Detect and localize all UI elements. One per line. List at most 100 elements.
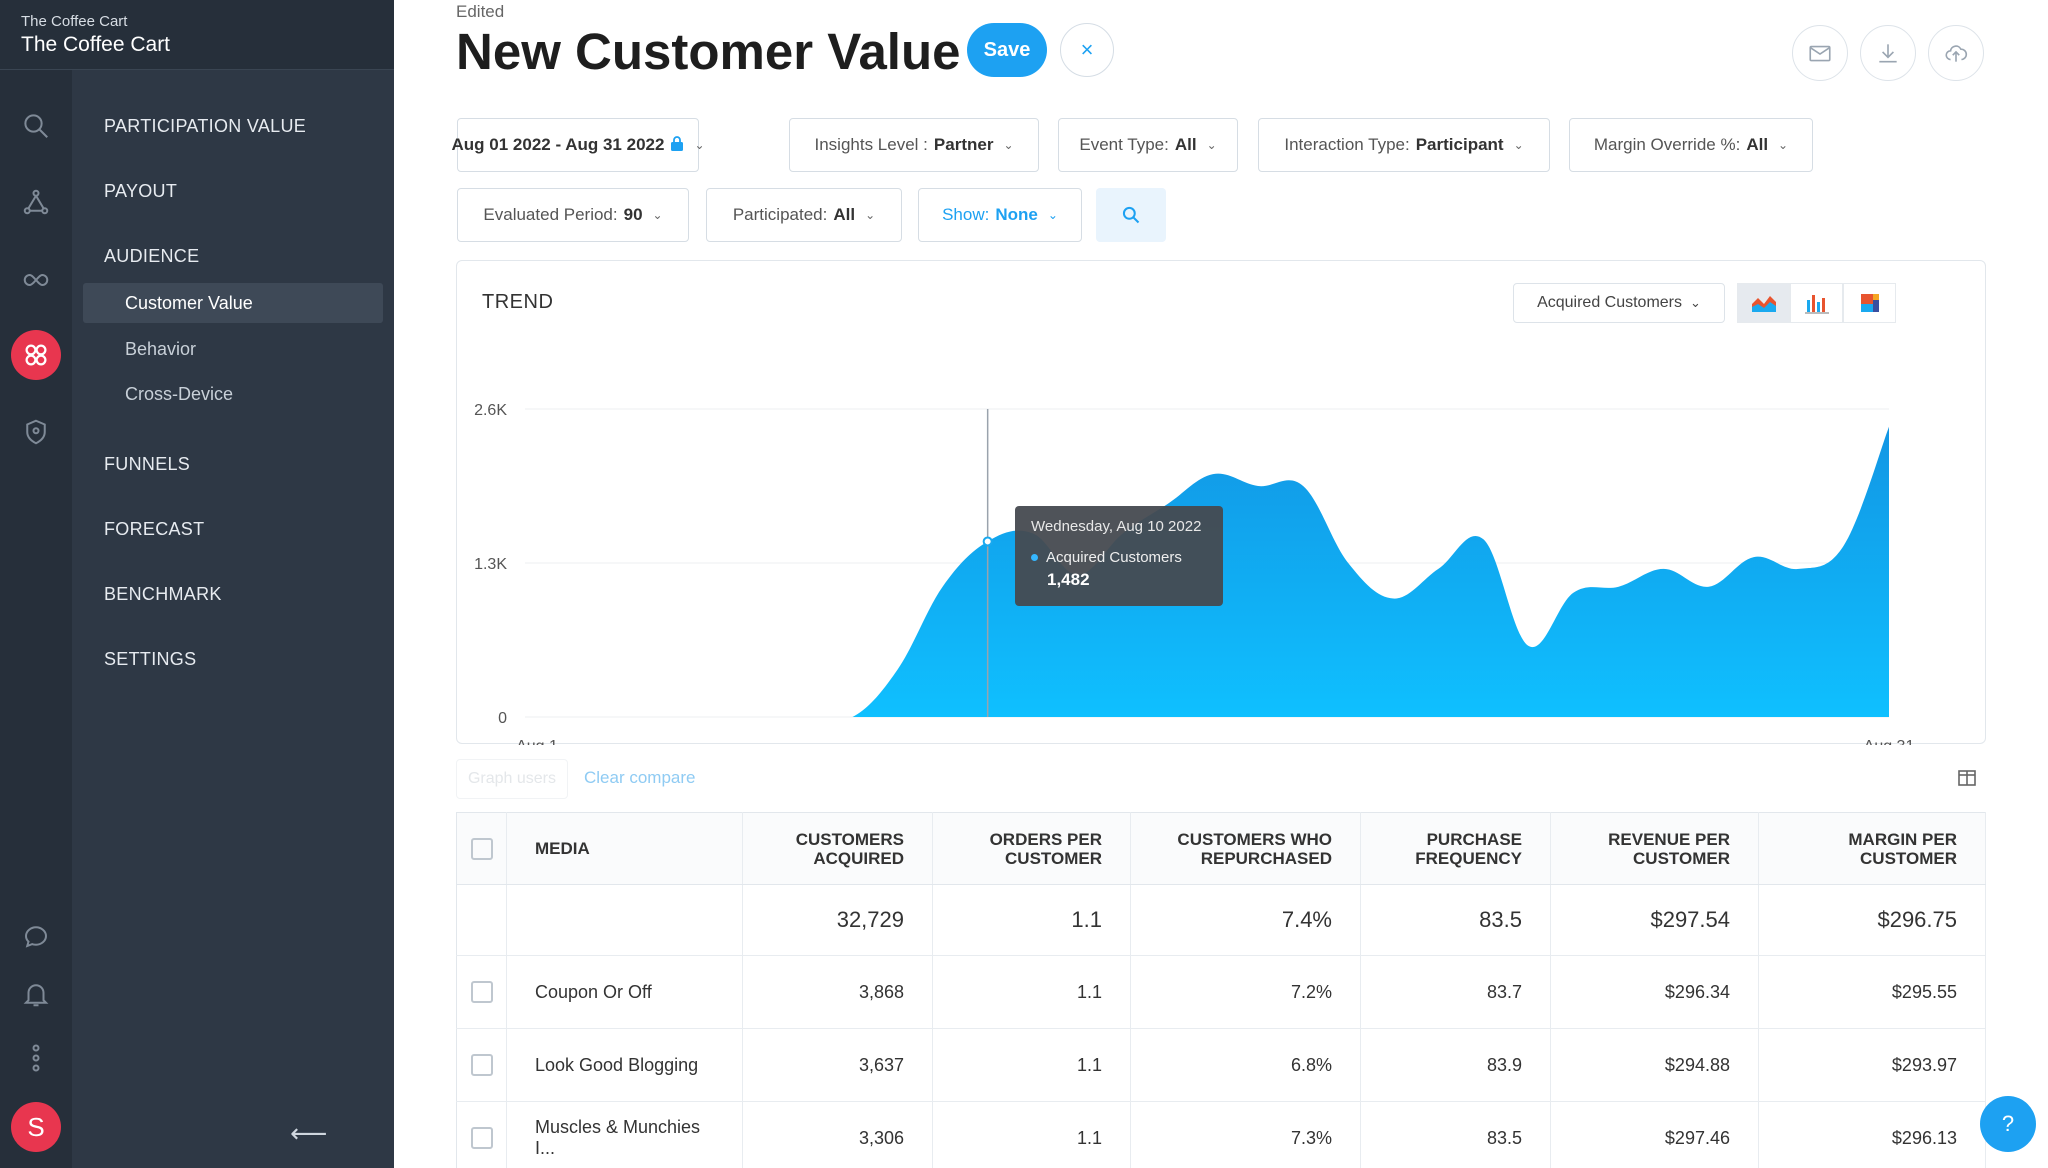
metric-select-value: Acquired Customers <box>1537 294 1683 311</box>
lock-icon <box>670 135 684 156</box>
email-icon[interactable] <box>1792 25 1848 81</box>
infinity-icon[interactable] <box>14 258 58 302</box>
evaluated-period-label: Evaluated Period: <box>483 205 618 224</box>
table-row[interactable]: Muscles & Munchies I... 3,306 1.1 7.3% 8… <box>456 1101 1986 1168</box>
col-customers-acquired[interactable]: CUSTOMERS ACQUIRED <box>742 812 933 885</box>
insights-level-value: Partner <box>933 135 994 154</box>
show-label: Show: <box>942 205 990 224</box>
columns-icon[interactable] <box>1958 770 1976 791</box>
nav-sub-behavior[interactable]: Behavior <box>83 329 383 369</box>
row-checkbox[interactable] <box>470 981 493 1004</box>
area-chart-icon[interactable] <box>1737 283 1790 323</box>
insights-level-filter[interactable]: Insights Level : Partner ⌄ <box>789 118 1039 172</box>
search-icon[interactable] <box>14 104 58 148</box>
clear-compare-link[interactable]: Clear compare <box>584 768 696 788</box>
edited-label: Edited <box>456 2 505 21</box>
bell-icon[interactable] <box>14 972 58 1016</box>
col-media[interactable]: MEDIA <box>506 812 743 885</box>
row-cb-cell <box>456 955 507 1029</box>
evaluated-period-value: 90 <box>623 205 643 224</box>
table-cell: $296.13 <box>1758 1101 1986 1168</box>
arrow-left-icon[interactable]: ⟵ <box>290 1118 327 1149</box>
table-row[interactable]: Look Good Blogging 3,637 1.1 6.8% 83.9 $… <box>456 1028 1986 1102</box>
interaction-type-filter[interactable]: Interaction Type: Participant ⌄ <box>1258 118 1550 172</box>
totals-row: 32,729 1.1 7.4% 83.5 $297.54 $296.75 <box>456 884 1986 956</box>
metric-select[interactable]: Acquired Customers ⌄ <box>1513 283 1725 323</box>
brand-subtitle: The Coffee Cart <box>21 13 128 30</box>
table-cell: $297.46 <box>1550 1101 1759 1168</box>
row-checkbox[interactable] <box>470 1054 493 1077</box>
shield-icon[interactable] <box>14 410 58 454</box>
nav-item-funnels[interactable]: FUNNELS <box>104 454 190 475</box>
close-button[interactable]: × <box>1060 23 1114 77</box>
hover-point <box>982 536 993 547</box>
nav-sub-cross-device[interactable]: Cross-Device <box>83 374 383 414</box>
participated-value: All <box>833 205 856 224</box>
totals-cb-cell <box>456 884 507 956</box>
table-cell: 1.1 <box>932 1101 1131 1168</box>
tooltip-value: 1,482 <box>1047 570 1090 589</box>
col-revenue-per-customer[interactable]: REVENUE PER CUSTOMER <box>1550 812 1759 885</box>
chevron-down-icon: ⌄ <box>865 208 876 222</box>
nav-sub-customer-value[interactable]: Customer Value <box>83 283 383 323</box>
nav-item-audience[interactable]: AUDIENCE <box>104 246 199 267</box>
cloud-upload-icon[interactable] <box>1928 25 1984 81</box>
chat-icon[interactable] <box>14 914 58 958</box>
row-checkbox[interactable] <box>470 1127 493 1150</box>
apply-search-button[interactable] <box>1096 188 1166 242</box>
interaction-type-value: Participant <box>1415 135 1504 154</box>
tooltip-series-name: Acquired Customers <box>1046 549 1182 566</box>
nav-item-payout[interactable]: PAYOUT <box>104 181 177 202</box>
nav-item-benchmark[interactable]: BENCHMARK <box>104 584 222 605</box>
main-content: Edited New Customer Value Save × Aug 01 … <box>394 0 2048 1168</box>
y-axis: 0 1.3K 2.6K <box>474 402 507 727</box>
y-tick-label: 2.6K <box>474 402 507 419</box>
nav-item-settings[interactable]: SETTINGS <box>104 649 196 670</box>
table-cell: 3,306 <box>742 1101 933 1168</box>
show-filter[interactable]: Show: None ⌄ <box>918 188 1082 242</box>
table-row[interactable]: Coupon Or Off 3,868 1.1 7.2% 83.7 $296.3… <box>456 955 1986 1029</box>
col-customers-repurchased[interactable]: CUSTOMERS WHO REPURCHASED <box>1130 812 1361 885</box>
chart-tooltip: Wednesday, Aug 10 2022 Acquired Customer… <box>1015 506 1223 606</box>
series-dot <box>1031 554 1038 561</box>
interaction-type-label: Interaction Type: <box>1284 135 1410 154</box>
x-axis: Aug 1 Aug 31 <box>516 738 1914 745</box>
nav-item-forecast[interactable]: FORECAST <box>104 519 204 540</box>
audience-icon[interactable] <box>11 330 61 380</box>
table-cell: 7.2% <box>1130 955 1361 1029</box>
chevron-down-icon: ⌄ <box>1003 138 1014 152</box>
event-type-filter[interactable]: Event Type: All ⌄ <box>1058 118 1238 172</box>
table-cell: 83.5 <box>1360 884 1551 956</box>
tooltip-series: Acquired Customers <box>1031 549 1207 566</box>
trend-card: TREND Acquired Customers ⌄ 0 1.3K 2.6K W… <box>456 260 1986 745</box>
save-button[interactable]: Save <box>967 23 1047 77</box>
col-purchase-frequency[interactable]: PURCHASE FREQUENCY <box>1360 812 1551 885</box>
table-cell: $296.75 <box>1758 884 1986 956</box>
insights-level-label: Insights Level : <box>814 135 928 154</box>
select-all-checkbox[interactable] <box>470 837 493 860</box>
page-title: New Customer Value <box>456 23 961 80</box>
network-icon[interactable] <box>14 180 58 224</box>
date-range-filter[interactable]: Aug 01 2022 - Aug 31 2022 ⌄ <box>452 118 705 172</box>
nav-panel: PARTICIPATION VALUE PAYOUT AUDIENCE Cust… <box>72 0 394 1168</box>
bar-chart-icon[interactable] <box>1790 283 1843 323</box>
more-vertical-icon[interactable] <box>14 1036 58 1080</box>
graph-users-button[interactable]: Graph users <box>456 759 568 799</box>
evaluated-period-filter[interactable]: Evaluated Period: 90 ⌄ <box>457 188 689 242</box>
row-cb-cell <box>456 1028 507 1102</box>
col-margin-per-customer[interactable]: MARGIN PER CUSTOMER <box>1758 812 1986 885</box>
download-icon[interactable] <box>1860 25 1916 81</box>
brand-header[interactable]: The Coffee Cart The Coffee Cart <box>0 0 394 70</box>
table-cell: 83.9 <box>1360 1028 1551 1102</box>
avatar[interactable]: S <box>11 1102 61 1152</box>
media-table: MEDIA CUSTOMERS ACQUIRED ORDERS PER CUST… <box>456 812 1986 1168</box>
stacked-chart-icon[interactable] <box>1843 283 1896 323</box>
margin-override-filter[interactable]: Margin Override %: All ⌄ <box>1569 118 1813 172</box>
table-cell: 1.1 <box>932 884 1131 956</box>
col-orders-per-customer[interactable]: ORDERS PER CUSTOMER <box>932 812 1131 885</box>
icon-rail: S <box>0 0 72 1168</box>
table-cell: 1.1 <box>932 955 1131 1029</box>
participated-filter[interactable]: Participated: All ⌄ <box>706 188 902 242</box>
help-button[interactable]: ? <box>1980 1096 2036 1152</box>
nav-item-participation-value[interactable]: PARTICIPATION VALUE <box>104 116 306 137</box>
